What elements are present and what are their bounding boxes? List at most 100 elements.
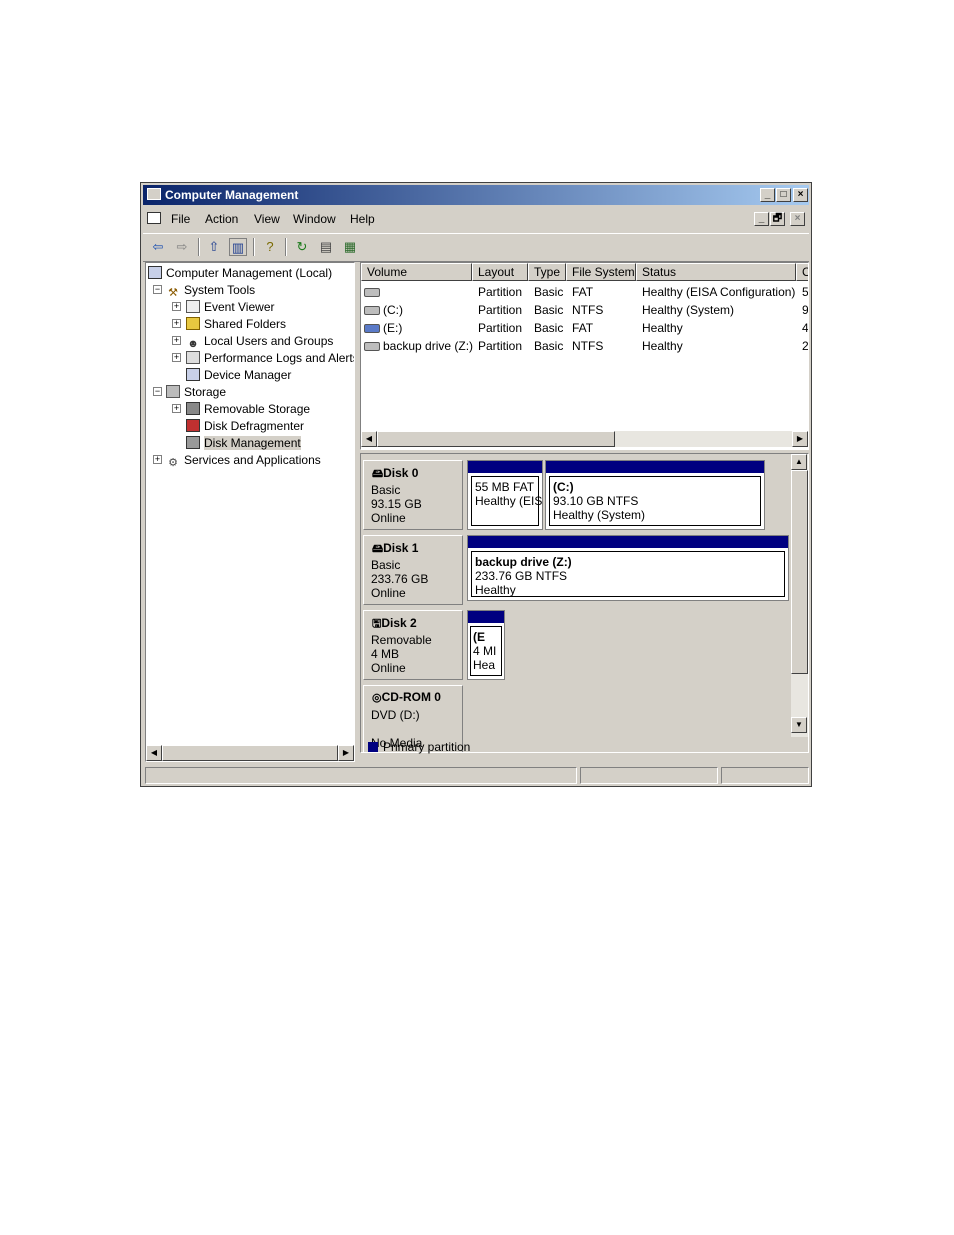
- expand-services[interactable]: +: [153, 455, 162, 464]
- disk-size: 4 MB: [371, 647, 400, 661]
- column-header-capacity[interactable]: C: [796, 263, 808, 281]
- properties-icon[interactable]: ▤: [317, 238, 335, 256]
- disk-name: 🖴Disk 0: [372, 466, 419, 480]
- back-icon[interactable]: ⇦: [149, 238, 167, 256]
- expand-performance-logs[interactable]: +: [172, 353, 181, 362]
- disk-row-1[interactable]: 🖴Disk 1 Basic 233.76 GB Online backup dr…: [361, 533, 791, 607]
- scroll-thumb[interactable]: [377, 431, 615, 447]
- tree-item-computer-management[interactable]: Computer Management (Local): [148, 265, 332, 281]
- refresh-icon[interactable]: ↻: [293, 238, 311, 256]
- type-cell: Basic: [534, 321, 564, 335]
- scroll-left-button[interactable]: ◀: [146, 745, 162, 761]
- disk-view-vertical-scrollbar[interactable]: ▲ ▼: [791, 454, 808, 737]
- window-title: Computer Management: [165, 188, 299, 202]
- partition-c[interactable]: (C:) 93.10 GB NTFS Healthy (System): [545, 460, 765, 530]
- hard-disk-icon: 🖴: [372, 468, 384, 480]
- disk-size: 233.76 GB: [371, 572, 429, 586]
- disk-row-2[interactable]: 🖫Disk 2 Removable 4 MB Online (E 4 MI He…: [361, 608, 791, 682]
- menu-file[interactable]: File: [171, 212, 190, 226]
- disk-kind: Removable: [371, 633, 432, 647]
- menu-action[interactable]: Action: [205, 212, 238, 226]
- partition-eisa[interactable]: 55 MB FAT Healthy (EIS: [467, 460, 543, 530]
- disk-graphical-view: 🖴Disk 0 Basic 93.15 GB Online 55 MB FAT …: [360, 453, 809, 753]
- legend-primary-partition: Primary partition: [383, 740, 471, 754]
- partition-title: (E: [473, 630, 485, 644]
- menu-help[interactable]: Help: [350, 212, 375, 226]
- tree-item-event-viewer[interactable]: Event Viewer: [186, 299, 274, 315]
- volume-list-horizontal-scrollbar[interactable]: ◀ ▶: [361, 431, 808, 447]
- capacity-cell: 9: [802, 303, 809, 317]
- tree-item-removable-storage[interactable]: Removable Storage: [186, 401, 310, 417]
- column-header-status[interactable]: Status: [636, 263, 796, 281]
- layout-cell: Partition: [478, 303, 523, 317]
- shared-folder-icon: [186, 317, 200, 330]
- tree-item-disk-management[interactable]: Disk Management: [186, 435, 301, 451]
- collapse-storage[interactable]: −: [153, 387, 162, 396]
- tree-item-system-tools[interactable]: ⚒ System Tools: [166, 282, 255, 299]
- tree-item-services-applications[interactable]: ⚙ Services and Applications: [166, 452, 321, 469]
- mdi-child-icon[interactable]: [147, 212, 161, 224]
- disk-row-0[interactable]: 🖴Disk 0 Basic 93.15 GB Online 55 MB FAT …: [361, 458, 791, 532]
- status-cell: Healthy: [642, 321, 683, 335]
- scroll-down-button[interactable]: ▼: [791, 717, 807, 733]
- mdi-restore-button[interactable]: 🗗: [770, 212, 785, 226]
- help-icon[interactable]: ?: [261, 238, 279, 256]
- expand-local-users[interactable]: +: [172, 336, 181, 345]
- fs-cell: NTFS: [572, 339, 604, 353]
- column-header-volume[interactable]: Volume: [361, 263, 472, 281]
- collapse-system-tools[interactable]: −: [153, 285, 162, 294]
- tools-icon: ⚒: [168, 287, 178, 299]
- expand-removable-storage[interactable]: +: [172, 404, 181, 413]
- disk-size: 93.15 GB: [371, 497, 422, 511]
- removable-disk-icon: 🖫: [372, 618, 382, 630]
- status-cell: Healthy (System): [642, 303, 735, 317]
- status-cell: Healthy: [642, 339, 683, 353]
- scroll-left-button[interactable]: ◀: [361, 431, 377, 447]
- tree-horizontal-scrollbar[interactable]: ◀ ▶: [146, 745, 354, 761]
- tree-item-performance-logs[interactable]: Performance Logs and Alerts: [186, 350, 354, 366]
- partition-status: Healthy (EIS: [475, 494, 543, 508]
- scroll-right-button[interactable]: ▶: [792, 431, 808, 447]
- partition-status: Healthy (System): [553, 508, 646, 522]
- column-header-file-system[interactable]: File System: [566, 263, 636, 281]
- type-cell: Basic: [534, 339, 564, 353]
- type-cell: Basic: [534, 285, 564, 299]
- partition-backup-drive[interactable]: backup drive (Z:) 233.76 GB NTFS Healthy: [467, 535, 789, 601]
- tree-item-local-users-groups[interactable]: ☻ Local Users and Groups: [186, 333, 333, 350]
- minimize-button[interactable]: _: [760, 188, 775, 202]
- scroll-thumb[interactable]: [791, 470, 808, 674]
- forward-icon[interactable]: ⇨: [173, 238, 191, 256]
- tree-item-storage[interactable]: Storage: [166, 384, 226, 400]
- scroll-right-button[interactable]: ▶: [338, 745, 354, 761]
- tree-item-device-manager[interactable]: Device Manager: [186, 367, 291, 383]
- maximize-button[interactable]: □: [776, 188, 791, 202]
- export-list-icon[interactable]: ▦: [341, 238, 359, 256]
- disk-info-1[interactable]: 🖴Disk 1 Basic 233.76 GB Online: [363, 535, 463, 605]
- expand-shared-folders[interactable]: +: [172, 319, 181, 328]
- primary-partition-bar: [546, 461, 764, 473]
- scroll-thumb[interactable]: [162, 745, 338, 761]
- close-button[interactable]: ×: [793, 188, 808, 202]
- expand-event-viewer[interactable]: +: [172, 302, 181, 311]
- status-bar: [143, 766, 809, 785]
- tree-item-disk-defragmenter[interactable]: Disk Defragmenter: [186, 418, 304, 434]
- title-bar[interactable]: Computer Management _ □ ×: [143, 185, 809, 205]
- tree-item-shared-folders[interactable]: Shared Folders: [186, 316, 286, 332]
- removable-storage-icon: [186, 402, 200, 415]
- cdrom-icon: ◎: [372, 692, 382, 704]
- disk-info-0[interactable]: 🖴Disk 0 Basic 93.15 GB Online: [363, 460, 463, 530]
- disk-info-2[interactable]: 🖫Disk 2 Removable 4 MB Online: [363, 610, 463, 680]
- up-folder-icon[interactable]: ⇧: [205, 238, 223, 256]
- menu-view[interactable]: View: [254, 212, 280, 226]
- status-pane-main: [145, 767, 577, 784]
- partition-e[interactable]: (E 4 MI Hea: [467, 610, 505, 680]
- show-hide-tree-icon[interactable]: ▥: [229, 238, 247, 256]
- mdi-minimize-button[interactable]: _: [754, 212, 769, 226]
- column-header-layout[interactable]: Layout: [472, 263, 528, 281]
- column-header-type[interactable]: Type: [528, 263, 566, 281]
- scroll-up-button[interactable]: ▲: [791, 454, 807, 470]
- disk-state: Online: [371, 661, 406, 675]
- menu-window[interactable]: Window: [293, 212, 336, 226]
- fs-cell: FAT: [572, 321, 594, 335]
- mdi-close-button[interactable]: ×: [790, 212, 805, 226]
